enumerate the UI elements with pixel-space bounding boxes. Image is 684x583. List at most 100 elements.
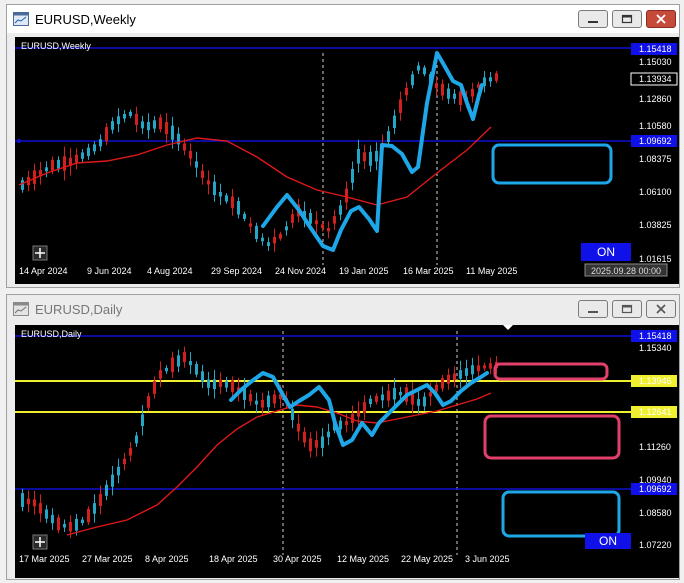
candle bbox=[477, 365, 480, 372]
candle bbox=[123, 458, 126, 465]
price-label: 1.15030 bbox=[639, 57, 672, 67]
candle bbox=[51, 514, 54, 524]
candle bbox=[99, 139, 102, 147]
candle bbox=[315, 220, 318, 225]
candle bbox=[459, 370, 462, 379]
candle bbox=[321, 224, 324, 229]
candle bbox=[435, 384, 438, 392]
candle bbox=[195, 364, 198, 375]
candle bbox=[327, 431, 330, 438]
date-label: 11 May 2025 bbox=[466, 266, 517, 276]
candle bbox=[321, 436, 324, 448]
weekly-chart-area[interactable]: 1.15418 1.15030 1.13934 1.12860 1.10580 1.096… bbox=[7, 5, 681, 289]
crosshair-icon[interactable] bbox=[32, 245, 48, 261]
candle bbox=[345, 421, 348, 426]
price-label: 1.13934 bbox=[639, 74, 672, 84]
on-label: ON bbox=[597, 245, 615, 259]
level-anchor[interactable] bbox=[17, 139, 21, 143]
candle bbox=[405, 87, 408, 96]
date-label: 24 Nov 2024 bbox=[275, 266, 326, 276]
date-label: 19 Jan 2025 bbox=[339, 266, 389, 276]
candle bbox=[255, 400, 258, 405]
price-label: 1.12860 bbox=[639, 94, 672, 104]
candle bbox=[27, 498, 30, 505]
candle bbox=[489, 77, 492, 82]
price-label: 1.09692 bbox=[639, 136, 672, 146]
candle bbox=[489, 363, 492, 369]
candle bbox=[165, 121, 168, 135]
weekly-chart-window[interactable]: EURUSD,Weekly 1.15418 1.15030 1.13934 1.128… bbox=[6, 4, 680, 288]
candle bbox=[393, 115, 396, 129]
candle bbox=[363, 152, 366, 162]
candle bbox=[225, 195, 228, 202]
date-label: 4 Aug 2024 bbox=[147, 266, 193, 276]
candle bbox=[45, 167, 48, 172]
candle bbox=[87, 147, 90, 157]
candle bbox=[339, 205, 342, 215]
price-label: 1.15418 bbox=[639, 44, 672, 54]
crosshair-icon[interactable] bbox=[32, 534, 48, 550]
candle bbox=[147, 396, 150, 408]
daily-chart-window[interactable]: EURUSD,Daily 1.15418 1.15340 1.13946 1.1264… bbox=[6, 294, 680, 580]
date-label: 27 Mar 2025 bbox=[82, 554, 133, 564]
candle bbox=[129, 111, 132, 116]
weekly-chart-background bbox=[15, 37, 679, 284]
candle bbox=[465, 368, 468, 376]
candle bbox=[267, 395, 270, 408]
candle bbox=[207, 180, 210, 185]
candle bbox=[201, 371, 204, 382]
candle bbox=[33, 499, 36, 507]
candle bbox=[117, 116, 120, 125]
price-label: 1.07220 bbox=[639, 540, 672, 550]
candle bbox=[273, 394, 276, 404]
price-label: 1.12641 bbox=[639, 407, 672, 417]
on-label: ON bbox=[599, 534, 617, 548]
date-label: 29 Sep 2024 bbox=[211, 266, 262, 276]
candle bbox=[231, 196, 234, 209]
candle bbox=[339, 420, 342, 430]
candle bbox=[105, 127, 108, 142]
date-label: 9 Jun 2024 bbox=[87, 266, 132, 276]
candle bbox=[471, 365, 474, 375]
candle bbox=[141, 414, 144, 426]
candle bbox=[219, 191, 222, 197]
candle bbox=[147, 121, 150, 131]
candle bbox=[369, 398, 372, 404]
cursor-date: 2025.09.28 00:00 bbox=[591, 266, 661, 276]
date-label: 22 May 2025 bbox=[401, 554, 453, 564]
price-label: 1.13946 bbox=[639, 376, 672, 386]
candle bbox=[357, 148, 360, 164]
candle bbox=[327, 228, 330, 232]
date-label: 3 Jun 2025 bbox=[465, 554, 510, 564]
daily-chart-area[interactable]: 1.154181.153401.139461.126411.112601.099… bbox=[7, 295, 681, 581]
candle bbox=[351, 168, 354, 183]
candle bbox=[393, 387, 396, 400]
candle bbox=[273, 236, 276, 244]
candle bbox=[159, 370, 162, 379]
candle bbox=[495, 73, 498, 81]
candle bbox=[57, 517, 60, 531]
candle bbox=[441, 377, 444, 389]
candle bbox=[387, 131, 390, 142]
candle bbox=[141, 121, 144, 129]
candle bbox=[117, 466, 120, 476]
candle bbox=[447, 88, 450, 99]
price-label: 1.01615 bbox=[639, 254, 672, 264]
candle bbox=[201, 170, 204, 178]
candle bbox=[111, 121, 114, 130]
candle bbox=[345, 188, 348, 203]
candle bbox=[237, 201, 240, 215]
price-label: 1.09692 bbox=[639, 484, 672, 494]
daily-symbol-label: EURUSD,Daily bbox=[21, 329, 82, 339]
candle bbox=[21, 180, 24, 190]
candle bbox=[447, 374, 450, 384]
candle bbox=[225, 381, 228, 388]
candle bbox=[189, 150, 192, 159]
candle bbox=[219, 379, 222, 387]
weekly-symbol-label: EURUSD,Weekly bbox=[21, 41, 91, 51]
date-label: 14 Apr 2024 bbox=[19, 266, 68, 276]
candle bbox=[105, 484, 108, 496]
candle bbox=[75, 154, 78, 163]
candle bbox=[279, 233, 282, 239]
candle bbox=[261, 399, 264, 408]
